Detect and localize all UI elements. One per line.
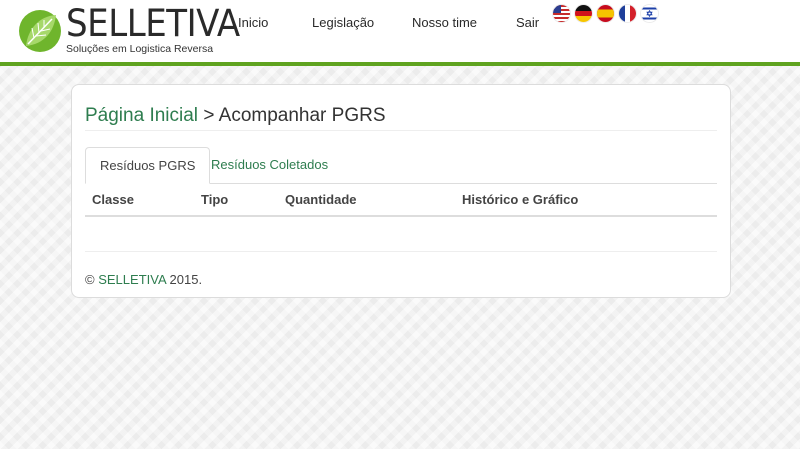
brand-logo[interactable]: SELLETIVA Soluções em Logistica Reversa bbox=[18, 4, 240, 60]
breadcrumb-current: Acompanhar PGRS bbox=[218, 105, 386, 126]
es-flag-icon[interactable] bbox=[597, 5, 614, 22]
us-flag-icon[interactable] bbox=[553, 5, 570, 22]
breadcrumb: Página Inicial > Acompanhar PGRS bbox=[85, 105, 386, 127]
column-header-quantidade[interactable]: Quantidade bbox=[285, 192, 357, 207]
breadcrumb-separator: > bbox=[203, 105, 215, 126]
tab-bar: Resíduos PGRS Resíduos Coletados bbox=[85, 147, 717, 184]
nav-nosso-time[interactable]: Nosso time bbox=[412, 15, 477, 30]
footer: © SELLETIVA 2015. bbox=[85, 272, 202, 287]
column-header-tipo[interactable]: Tipo bbox=[201, 192, 228, 207]
nav-inicio[interactable]: Inicio bbox=[238, 15, 268, 30]
brand-name: SELLETIVA bbox=[66, 2, 240, 45]
copyright-symbol: © bbox=[85, 272, 95, 287]
footer-divider bbox=[85, 251, 717, 252]
nav-legislacao[interactable]: Legislação bbox=[312, 15, 374, 30]
breadcrumb-home-link[interactable]: Página Inicial bbox=[85, 105, 198, 126]
il-flag-icon[interactable] bbox=[641, 5, 658, 22]
title-divider bbox=[85, 130, 717, 131]
de-flag-icon[interactable] bbox=[575, 5, 592, 22]
footer-year: 2015. bbox=[169, 272, 203, 287]
column-header-classe[interactable]: Classe bbox=[92, 192, 134, 207]
column-header-historico[interactable]: Histórico e Gráfico bbox=[462, 192, 578, 207]
nav-sair[interactable]: Sair bbox=[516, 15, 539, 30]
content-card: Página Inicial > Acompanhar PGRS Resíduo… bbox=[71, 84, 731, 298]
tab-residuos-coletados[interactable]: Resíduos Coletados bbox=[197, 147, 342, 182]
footer-brand-link[interactable]: SELLETIVA bbox=[98, 272, 166, 287]
fr-flag-icon[interactable] bbox=[619, 5, 636, 22]
tab-residuos-pgrs[interactable]: Resíduos PGRS bbox=[85, 147, 211, 184]
top-navbar: SELLETIVA Soluções em Logistica Reversa … bbox=[0, 0, 800, 66]
table-header: Classe Tipo Quantidade Histórico e Gráfi… bbox=[85, 184, 717, 217]
brand-tagline: Soluções em Logistica Reversa bbox=[66, 43, 214, 55]
leaf-logo-icon bbox=[19, 10, 61, 52]
